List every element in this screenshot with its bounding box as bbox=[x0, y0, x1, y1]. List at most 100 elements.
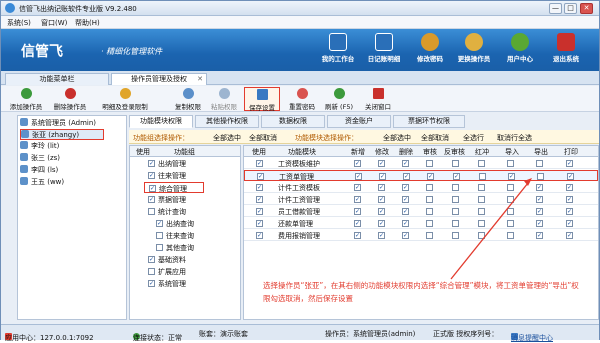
permission-checkbox[interactable] bbox=[452, 196, 459, 203]
group-row[interactable]: 系统管理 bbox=[130, 278, 240, 289]
login-restriction-button[interactable]: 明细及登录限制 bbox=[97, 87, 153, 111]
permission-checkbox[interactable] bbox=[566, 184, 573, 191]
permission-checkbox[interactable] bbox=[402, 232, 409, 239]
permission-checkbox[interactable] bbox=[507, 232, 514, 239]
journal-button[interactable]: 日记账明细 bbox=[359, 31, 409, 69]
module-select-all[interactable]: 全部选中 bbox=[383, 133, 411, 143]
reset-password-button[interactable]: 重置密码 bbox=[285, 87, 319, 111]
permission-checkbox[interactable] bbox=[452, 232, 459, 239]
operator-item[interactable]: 李四 (ls) bbox=[20, 165, 58, 176]
permission-checkbox[interactable] bbox=[537, 173, 544, 180]
refresh-button[interactable]: 刷新 (F5) bbox=[321, 87, 357, 111]
tab-module-permission[interactable]: 功能模块权限 bbox=[129, 115, 193, 128]
permission-checkbox[interactable] bbox=[507, 220, 514, 227]
permission-checkbox[interactable] bbox=[536, 220, 543, 227]
permission-checkbox[interactable] bbox=[354, 160, 361, 167]
group-row[interactable]: 基础资料 bbox=[130, 254, 240, 265]
module-use-checkbox[interactable] bbox=[256, 184, 263, 191]
permission-checkbox[interactable] bbox=[479, 173, 486, 180]
permission-checkbox[interactable] bbox=[402, 220, 409, 227]
switch-operator-button[interactable]: 更换操作员 bbox=[449, 31, 499, 69]
menu-help[interactable]: 帮助(H) bbox=[75, 18, 100, 28]
save-settings-button[interactable]: 保存设置 bbox=[244, 87, 280, 112]
operator-item[interactable]: 王五 (ww) bbox=[20, 177, 64, 188]
permission-checkbox[interactable] bbox=[507, 184, 514, 191]
permission-checkbox[interactable] bbox=[566, 196, 573, 203]
permission-checkbox[interactable] bbox=[507, 196, 514, 203]
permission-checkbox[interactable] bbox=[355, 173, 362, 180]
group-checkbox[interactable] bbox=[156, 232, 163, 239]
permission-checkbox[interactable] bbox=[426, 232, 433, 239]
module-row[interactable]: 计件工资管理 bbox=[244, 194, 598, 205]
group-select-all[interactable]: 全部选中 bbox=[213, 133, 241, 143]
module-row[interactable]: 还款单管理 bbox=[244, 218, 598, 229]
permission-checkbox[interactable] bbox=[402, 208, 409, 215]
permission-checkbox[interactable] bbox=[354, 208, 361, 215]
group-checkbox[interactable] bbox=[156, 220, 163, 227]
permission-checkbox[interactable] bbox=[402, 196, 409, 203]
permission-checkbox[interactable] bbox=[402, 184, 409, 191]
operator-item[interactable]: 系统管理员 (Admin) bbox=[20, 118, 96, 129]
permission-checkbox[interactable] bbox=[403, 173, 410, 180]
minimize-button[interactable]: — bbox=[549, 3, 562, 14]
permission-checkbox[interactable] bbox=[426, 220, 433, 227]
group-row[interactable]: 出纳管理 bbox=[130, 158, 240, 169]
module-use-checkbox[interactable] bbox=[256, 196, 263, 203]
permission-checkbox[interactable] bbox=[452, 220, 459, 227]
permission-checkbox[interactable] bbox=[536, 184, 543, 191]
group-checkbox[interactable] bbox=[148, 268, 155, 275]
operator-item[interactable]: 张三 (zs) bbox=[20, 153, 60, 164]
permission-checkbox[interactable] bbox=[354, 232, 361, 239]
close-button[interactable]: ✕ bbox=[580, 3, 593, 14]
permission-checkbox[interactable] bbox=[378, 208, 385, 215]
permission-checkbox[interactable] bbox=[379, 173, 386, 180]
tab-operator-management[interactable]: 操作员管理及授权 ✕ bbox=[111, 73, 207, 85]
module-row[interactable]: 工资模板维护 bbox=[244, 158, 598, 169]
menu-window[interactable]: 窗口(W) bbox=[41, 18, 67, 28]
permission-checkbox[interactable] bbox=[453, 173, 460, 180]
permission-checkbox[interactable] bbox=[507, 160, 514, 167]
permission-checkbox[interactable] bbox=[478, 220, 485, 227]
group-row[interactable]: 票据管理 bbox=[130, 194, 240, 205]
paste-permission-button[interactable]: 粘贴权限 bbox=[207, 87, 241, 111]
permission-checkbox[interactable] bbox=[354, 220, 361, 227]
workbench-button[interactable]: 我的工作台 bbox=[313, 31, 363, 69]
permission-checkbox[interactable] bbox=[452, 184, 459, 191]
tab-function-menu[interactable]: 功能菜单栏 bbox=[5, 73, 109, 85]
group-checkbox[interactable] bbox=[148, 256, 155, 263]
menu-system[interactable]: 系统(S) bbox=[7, 18, 31, 28]
permission-checkbox[interactable] bbox=[566, 232, 573, 239]
permission-checkbox[interactable] bbox=[378, 220, 385, 227]
module-row[interactable]: 计件工资模板 bbox=[244, 182, 598, 193]
group-checkbox[interactable] bbox=[149, 185, 156, 192]
module-row[interactable]: 费用报销管理 bbox=[244, 230, 598, 241]
group-row-selected[interactable]: 综合管理 bbox=[144, 182, 204, 193]
group-checkbox[interactable] bbox=[148, 280, 155, 287]
delete-operator-button[interactable]: 删除操作员 bbox=[49, 87, 91, 111]
permission-checkbox[interactable] bbox=[354, 196, 361, 203]
group-checkbox[interactable] bbox=[148, 196, 155, 203]
close-tab-icon[interactable]: ✕ bbox=[197, 74, 203, 85]
permission-checkbox[interactable] bbox=[507, 208, 514, 215]
permission-checkbox[interactable] bbox=[354, 184, 361, 191]
permission-checkbox[interactable] bbox=[378, 160, 385, 167]
maximize-button[interactable]: □ bbox=[564, 3, 577, 14]
change-password-button[interactable]: 修改密码 bbox=[405, 31, 455, 69]
permission-checkbox[interactable] bbox=[478, 196, 485, 203]
permission-checkbox[interactable] bbox=[427, 173, 434, 180]
group-row[interactable]: 其他查询 bbox=[130, 242, 240, 253]
permission-checkbox[interactable] bbox=[536, 232, 543, 239]
permission-checkbox[interactable] bbox=[478, 232, 485, 239]
copy-permission-button[interactable]: 复制权限 bbox=[171, 87, 205, 111]
add-operator-button[interactable]: 添加操作员 bbox=[5, 87, 47, 111]
module-use-checkbox[interactable] bbox=[257, 173, 264, 180]
group-checkbox[interactable] bbox=[156, 244, 163, 251]
group-checkbox[interactable] bbox=[148, 160, 155, 167]
permission-checkbox[interactable] bbox=[566, 160, 573, 167]
permission-checkbox[interactable] bbox=[536, 160, 543, 167]
operator-item-selected[interactable]: 张亚 (zhangy) bbox=[20, 129, 104, 140]
permission-checkbox[interactable] bbox=[536, 196, 543, 203]
tab-bill-permission[interactable]: 票据环节权限 bbox=[393, 115, 465, 128]
permission-checkbox[interactable] bbox=[378, 232, 385, 239]
permission-checkbox[interactable] bbox=[426, 160, 433, 167]
